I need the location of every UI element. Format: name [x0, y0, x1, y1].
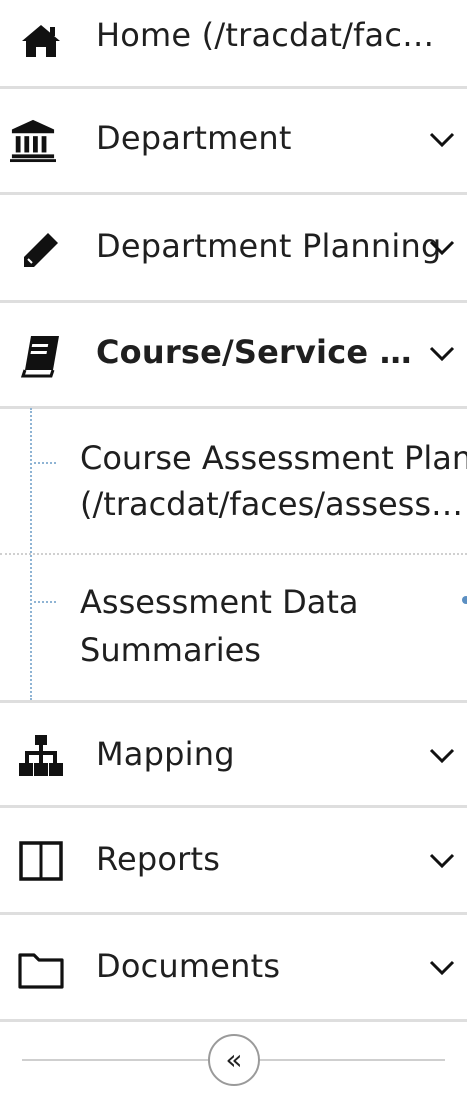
columns-icon [18, 838, 64, 884]
nav-item-label: Course/Service … [96, 333, 412, 371]
chevron-down-icon[interactable] [427, 741, 457, 771]
nav-item-label: Documents [96, 947, 281, 985]
nav-item-label: Home (/tracdat/fac… [96, 16, 435, 54]
nav-item-department-planning[interactable]: Department Planning [0, 195, 467, 303]
nav-item-label: Department Planning [96, 227, 442, 265]
collapse-sidebar-button[interactable]: « [208, 1034, 260, 1086]
subnav-item-course-assessment-plan[interactable]: Course Assessment Plan (/tracdat/faces/a… [0, 409, 467, 555]
pencil-icon [18, 227, 64, 273]
nav-item-home[interactable]: Home (/tracdat/fac… [0, 0, 467, 89]
bank-icon [10, 117, 56, 163]
nav-item-label: Mapping [96, 735, 235, 773]
active-indicator-dot [462, 596, 467, 604]
subnav-item-label-line1: Course Assessment Plan [80, 439, 467, 477]
folder-icon [18, 947, 64, 993]
sitemap-icon [18, 733, 64, 779]
chevron-down-icon[interactable] [427, 125, 457, 155]
tree-connector [34, 462, 56, 464]
nav-item-department[interactable]: Department [0, 89, 467, 195]
nav-item-label: Reports [96, 840, 221, 878]
subnav-item-label-line2: (/tracdat/faces/assess… [80, 485, 464, 523]
chevron-down-icon[interactable] [427, 233, 457, 263]
double-chevron-left-icon: « [225, 1043, 243, 1076]
subnav-item-label-line1: Assessment Data [80, 583, 359, 621]
nav-item-reports[interactable]: Reports [0, 808, 467, 915]
nav-item-label: Department [96, 119, 292, 157]
tree-connector [34, 601, 56, 603]
book-icon [18, 333, 64, 379]
sidebar-footer: « [0, 1022, 467, 1094]
chevron-down-icon[interactable] [427, 339, 457, 369]
home-icon [18, 18, 64, 64]
nav-item-course-service[interactable]: Course/Service … [0, 303, 467, 409]
chevron-down-icon[interactable] [427, 846, 457, 876]
side-navigation: Home (/tracdat/fac… Department Departmen… [0, 0, 467, 1094]
subnav-item-label-line2: Summaries [80, 631, 261, 669]
subnav-item-assessment-data-summaries[interactable]: Assessment Data Summaries [0, 556, 467, 700]
nav-item-documents[interactable]: Documents [0, 915, 467, 1022]
chevron-down-icon[interactable] [427, 953, 457, 983]
nav-item-mapping[interactable]: Mapping [0, 700, 467, 808]
